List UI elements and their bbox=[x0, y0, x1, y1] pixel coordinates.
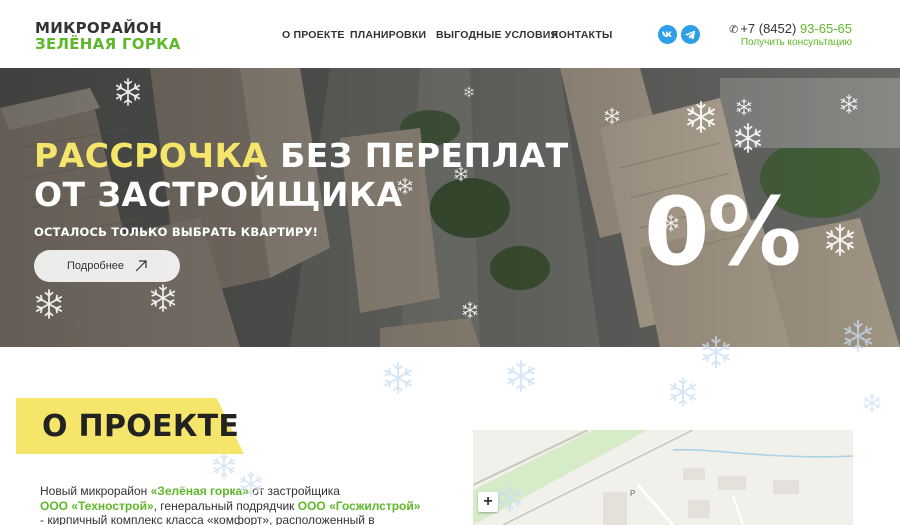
hero-title-line1: БЕЗ ПЕРЕПЛАТ bbox=[268, 136, 569, 175]
snowflake-icon bbox=[863, 393, 881, 413]
about-text-7: - кирпичный комплекс класса «комфорт», р… bbox=[40, 513, 375, 525]
about-text: Новый микрорайон «Зелёная горка» от заст… bbox=[40, 484, 440, 525]
snowflake-icon bbox=[506, 360, 536, 392]
hero-title-line2: ОТ ЗАСТРОЙЩИКА bbox=[34, 175, 403, 214]
about-text-1: Новый микрорайон bbox=[40, 484, 151, 498]
phone-prefix: +7 (8452) bbox=[740, 21, 797, 36]
nav-item-plans[interactable]: ПЛАНИРОВКИ bbox=[350, 29, 426, 41]
phone-link[interactable]: ✆ +7 (8452) 93-65-65 bbox=[729, 21, 852, 36]
map-zoom-in-button[interactable]: + bbox=[478, 492, 498, 512]
phone-number: 93-65-65 bbox=[799, 21, 852, 36]
map-widget[interactable]: Р bbox=[473, 430, 853, 525]
site-header: МИКРОРАЙОН ЗЕЛЁНАЯ ГОРКА О ПРОЕКТЕ ПЛАНИ… bbox=[0, 0, 900, 68]
consult-link[interactable]: Получить консультацию bbox=[729, 37, 852, 48]
snowflake-icon bbox=[669, 377, 697, 407]
project-name: «Зелёная горка» bbox=[150, 484, 249, 498]
logo[interactable]: МИКРОРАЙОН ЗЕЛЁНАЯ ГОРКА bbox=[35, 20, 181, 52]
section-title: О ПРОЕКТЕ bbox=[42, 409, 240, 444]
about-text-5: , генеральный подрядчик bbox=[153, 498, 298, 513]
hero-title-accent: РАССРОЧКА bbox=[34, 136, 269, 175]
hero-subtitle: ОСТАЛОСЬ ТОЛЬКО ВЫБРАТЬ КВАРТИРУ! bbox=[34, 225, 319, 239]
logo-top: МИКРОРАЙОН bbox=[35, 19, 162, 37]
logo-bottom: ЗЕЛЁНАЯ ГОРКА bbox=[35, 35, 181, 53]
snowflake-icon bbox=[212, 453, 236, 479]
more-button-label: Подробнее bbox=[67, 260, 125, 272]
contact-block: ✆ +7 (8452) 93-65-65 Получить консультаци… bbox=[729, 21, 852, 48]
nav-item-offers[interactable]: ВЫГОДНЫЕ УСЛОВИЯ bbox=[436, 29, 558, 41]
vk-icon[interactable] bbox=[658, 25, 677, 44]
more-button[interactable]: Подробнее bbox=[34, 250, 180, 282]
about-text-3: от застройщика bbox=[248, 484, 340, 498]
nav-item-contacts[interactable]: КОНТАКТЫ bbox=[552, 29, 612, 41]
phone-icon: ✆ bbox=[729, 24, 739, 36]
map-canvas bbox=[473, 430, 853, 525]
hero-title: РАССРОЧКА БЕЗ ПЕРЕПЛАТ ОТ ЗАСТРОЙЩИКА bbox=[34, 136, 569, 214]
arrow-up-right-icon bbox=[135, 260, 147, 272]
contractor-name: ООО «Госжилстрой» bbox=[297, 498, 421, 513]
snowflake-icon bbox=[383, 362, 413, 394]
hero-banner: РАССРОЧКА БЕЗ ПЕРЕПЛАТ ОТ ЗАСТРОЙЩИКА ОС… bbox=[0, 68, 900, 347]
developer-name: ООО «Технострой» bbox=[40, 498, 154, 513]
zero-percent: 0% bbox=[644, 178, 802, 287]
telegram-icon[interactable] bbox=[681, 25, 700, 44]
nav-item-about[interactable]: О ПРОЕКТЕ bbox=[282, 29, 345, 41]
map-label: Р bbox=[630, 489, 636, 498]
